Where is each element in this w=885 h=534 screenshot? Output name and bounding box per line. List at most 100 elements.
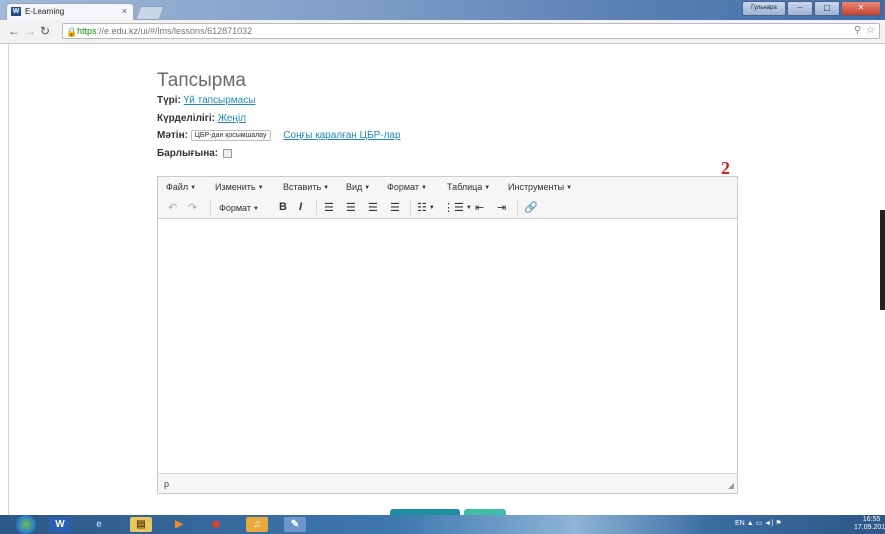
caret-down-icon: ▼ [323,184,330,191]
browser-tab[interactable]: W E-Learning × [6,3,134,20]
all-checkbox[interactable] [222,148,232,158]
outdent-icon[interactable]: ⇤ [475,201,484,214]
side-feedback-tab[interactable] [880,210,885,310]
system-tray: EN ▲ ▭ ◄) ⚑ [735,519,782,527]
format-dropdown[interactable]: Формат ▼ [219,203,259,213]
caret-down-icon: ▼ [252,205,259,212]
address-toolbar: ← → ↻ 🔒 https://e.edu.kz/ui/#/lms/lesson… [0,20,885,44]
align-justify-icon[interactable]: ☰ [390,201,400,214]
menu-edit[interactable]: Изменить ▼ [215,182,264,192]
bullet-list-icon[interactable]: ☷ ▼ [417,201,435,214]
menu-file[interactable]: Файл ▼ [166,182,196,192]
clock-time: 16:55 [862,516,881,523]
clock[interactable]: 16:55 17.09.2015 [854,516,885,532]
forward-arrow-icon[interactable]: → [24,24,36,38]
action-center-flag-icon[interactable]: ⚑ [775,520,781,527]
clock-date: 17.09.2015 [854,524,885,531]
tab-close-icon[interactable]: × [122,4,127,19]
bold-button[interactable]: B [279,201,287,213]
element-path: p [164,479,170,489]
menu-insert[interactable]: Вставить ▼ [283,182,329,192]
editor-menubar: Файл ▼ Изменить ▼ Вставить ▼ Вид ▼ Формат ▼ Т… [158,177,737,197]
editor-toolbar: ↶ ↷ Формат ▼ B I ☰ ☰ ☰ ☰ ☷ ▼ ⋮☰ ▼ ⇤ ⇥ 🔗 [158,197,737,219]
italic-button[interactable]: I [299,201,302,213]
window-user-badge[interactable]: Гульнара [742,1,786,16]
recent-cor-link[interactable]: Соңғы қаралған ЦБР-лар [283,130,400,141]
menu-table-label: Таблица [447,182,483,192]
os-taskbar: W e ▤ ▶ ◉ ♫ ✎ EN ▲ ▭ ◄) ⚑ 16:55 17.09.20… [0,515,885,534]
url-path: ://e.edu.kz/ui/#/lms/lessons/612871032 [96,26,253,36]
menu-table[interactable]: Таблица ▼ [447,182,490,192]
menu-file-label: Файл [166,182,189,192]
tab-title: E-Learning [25,7,65,16]
address-action-icons[interactable]: ⚲ ☆ [854,24,876,38]
difficulty-row: Күрделілігі: Жеңіл [157,113,246,124]
link-icon[interactable]: 🔗 [524,201,538,214]
align-center-icon[interactable]: ☰ [346,201,356,214]
menu-insert-label: Вставить [283,182,322,192]
toolbar-divider [517,200,518,215]
difficulty-link[interactable]: Жеңіл [218,113,246,124]
caret-down-icon: ▼ [420,184,427,191]
language-indicator[interactable]: EN [735,520,745,527]
caret-down-icon: ▼ [190,184,197,191]
menu-format-label: Формат [387,182,419,192]
reload-icon[interactable]: ↻ [40,24,50,38]
site-favicon-icon: W [11,7,21,16]
all-row: Барлығына: [157,148,232,159]
network-icon[interactable]: ▭ [756,520,763,527]
window-controls: Гульнара – ▢ ✕ [742,1,881,16]
close-button[interactable]: ✕ [841,1,881,16]
back-arrow-icon[interactable]: ← [8,24,20,38]
word-app-icon[interactable]: W [49,517,71,532]
format-dropdown-label: Формат [219,203,251,213]
editor-content-area[interactable] [158,219,737,474]
tray-arrow-icon[interactable]: ▲ [747,520,756,527]
rich-text-editor: Файл ▼ Изменить ▼ Вставить ▼ Вид ▼ Формат ▼ Т… [157,176,738,494]
start-button[interactable] [16,515,36,534]
media-player-icon[interactable]: ▶ [168,517,190,532]
numbered-list-icon[interactable]: ⋮☰ ▼ [443,201,472,214]
page-title: Тапсырма [157,70,246,91]
indent-icon[interactable]: ⇥ [497,201,506,214]
menu-view[interactable]: Вид ▼ [346,182,370,192]
url-scheme: https [77,26,97,36]
menu-tools-label: Инструменты [508,182,565,192]
redo-icon[interactable]: ↷ [188,201,197,214]
volume-icon[interactable]: ◄) [764,520,773,527]
ie-app-icon[interactable]: e [88,517,110,532]
lock-icon: 🔒 [66,27,78,37]
type-row: Түрі: Үй тапсырмасы [157,95,255,106]
align-right-icon[interactable]: ☰ [368,201,378,214]
text-label: Мәтін: [157,130,188,142]
text-row: Мәтін: ЦБР-дан қосымшалау Соңғы қаралған… [157,130,401,141]
paint-app-icon[interactable]: ✎ [284,517,306,532]
toolbar-divider [410,200,411,215]
difficulty-label: Күрделілігі: [157,113,215,124]
undo-icon[interactable]: ↶ [168,201,177,214]
caret-down-icon: ▼ [566,184,573,191]
resize-handle-icon[interactable]: ◢ [728,481,734,490]
explorer-app-icon[interactable]: ▤ [130,517,152,532]
menu-edit-label: Изменить [215,182,256,192]
type-link[interactable]: Үй тапсырмасы [184,95,256,106]
all-label: Барлығына: [157,148,219,159]
caret-down-icon: ▼ [257,184,264,191]
menu-format[interactable]: Формат ▼ [387,182,427,192]
add-cor-button[interactable]: ЦБР-дан қосымшалау [190,130,271,141]
align-left-icon[interactable]: ☰ [324,201,334,214]
chrome-app-icon[interactable]: ◉ [205,517,227,532]
caret-down-icon: ▼ [484,184,491,191]
type-label: Түрі: [157,95,181,106]
toolbar-divider [210,200,211,215]
menu-tools[interactable]: Инструменты ▼ [508,182,572,192]
browser-titlebar: W E-Learning × Гульнара – ▢ ✕ [0,0,885,20]
minimize-button[interactable]: – [787,1,813,16]
editor-statusbar: p ◢ [158,473,737,493]
maximize-button[interactable]: ▢ [814,1,840,16]
url-input[interactable]: 🔒 https://e.edu.kz/ui/#/lms/lessons/6128… [62,23,880,39]
toolbar-divider [316,200,317,215]
caret-down-icon: ▼ [364,184,371,191]
music-app-icon[interactable]: ♫ [246,517,268,532]
new-tab-button[interactable] [135,6,165,20]
